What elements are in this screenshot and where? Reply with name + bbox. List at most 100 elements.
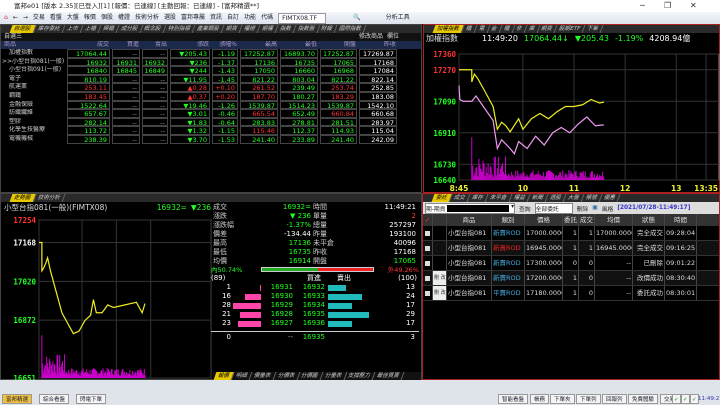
check-icon[interactable]: ✓ xyxy=(681,394,690,404)
analysis-tools-menu[interactable]: 分析工具 xyxy=(386,12,410,24)
tab-1[interactable]: 庫存委託 xyxy=(33,25,65,33)
tab-0[interactable]: 走勢圖 xyxy=(9,194,36,202)
status-button-4[interactable]: 回報列 xyxy=(602,394,627,404)
column-header[interactable]: 昨收 xyxy=(358,41,398,49)
status-button-5[interactable]: 免費體驗 xyxy=(628,394,659,404)
column-header[interactable]: 狀態 xyxy=(633,214,665,225)
menu-11[interactable]: 功能 xyxy=(244,12,256,24)
search-icon[interactable]: 🔍 xyxy=(353,12,360,24)
query-button[interactable]: 查詢 xyxy=(519,204,531,213)
row-checkbox[interactable] xyxy=(423,256,433,270)
close-button[interactable]: ✕ xyxy=(690,0,697,12)
forward-icon[interactable]: → xyxy=(23,12,28,24)
column-header[interactable]: 漲幅% xyxy=(211,41,239,49)
fields-button[interactable]: 欄位 xyxy=(387,33,399,41)
menu-3[interactable]: 報價 xyxy=(84,12,96,24)
tab-8[interactable]: 股期ETF xyxy=(554,25,586,33)
order-row[interactable]: 刪 改小型台指081 新賣ROD 17200.0000 1 0 -- 改價成功 08:30:4… xyxy=(423,271,719,286)
tab-0[interactable]: 自選股 xyxy=(9,25,36,33)
minimize-button[interactable]: ─ xyxy=(640,0,645,12)
column-header[interactable]: 最高 xyxy=(239,41,279,49)
column-header[interactable]: 商品 xyxy=(447,214,492,225)
order-row[interactable]: 刪 改小型台指081 平賣ROD 17180.0000 1 0 -- 委託成功 08:30:0… xyxy=(423,286,719,301)
checkbox[interactable] xyxy=(425,275,430,281)
status-tab-0[interactable]: 富邦精選 xyxy=(2,394,33,404)
filter-select[interactable]: 全部委託 xyxy=(534,202,573,214)
tab-1[interactable]: 技術分析 xyxy=(33,194,65,202)
column-header[interactable]: 漲跌 xyxy=(169,41,211,49)
menu-10[interactable]: 自訂 xyxy=(227,12,239,24)
row-checkbox[interactable] xyxy=(423,226,433,240)
table-row[interactable]: 電子 810.19 -- -- ▼11.95 -1.45 821.22 803.04 821.2… xyxy=(1,74,421,84)
tab-3[interactable]: 分價表 xyxy=(273,372,300,380)
row-checkbox[interactable] xyxy=(423,286,433,300)
table-row[interactable]: 鋼鐵 183.45 -- -- ▲0.37 +0.20 187.70 180.27 183.29… xyxy=(1,91,421,101)
column-header[interactable]: 成交 xyxy=(66,41,111,49)
column-header[interactable]: 類別 xyxy=(492,214,525,225)
column-header[interactable] xyxy=(433,214,447,225)
column-header[interactable]: ✓ xyxy=(423,214,433,225)
row-checkbox[interactable] xyxy=(423,241,433,255)
group-selector[interactable]: 自選三 xyxy=(4,33,359,41)
tab-4[interactable]: 分價圖 xyxy=(296,372,324,380)
column-header[interactable]: 買進 xyxy=(111,41,141,49)
table-row[interactable]: 化學生技醫療 113.72 -- -- ▼1.32 -1.15 115.46 112.37 11… xyxy=(1,126,421,135)
table-row[interactable]: 電機機械 238.39 -- -- ▼3.70 -1.53 241.40 233.89 241.… xyxy=(1,134,421,144)
table-row[interactable]: 金融保險 1522.64 -- -- ▼19.46 -1.26 1539.87 1514.23… xyxy=(1,100,421,110)
checkbox[interactable] xyxy=(425,245,430,251)
status-button-2[interactable]: 下單夾 xyxy=(550,394,575,404)
column-header[interactable]: 價格 xyxy=(525,214,563,225)
tab-8[interactable]: 產業類股 xyxy=(192,25,225,33)
order-row[interactable]: 小型台指081 新賣ROD 17300.0000 0 0 -- 已刪除 09:01:22 xyxy=(423,256,719,271)
checkbox[interactable] xyxy=(425,290,430,296)
tab-7[interactable]: 最佳買賣 xyxy=(372,372,405,380)
style-icon[interactable]: ▣ xyxy=(592,205,597,211)
checkbox[interactable] xyxy=(425,230,430,236)
status-tab-1[interactable]: 綜合看盤 xyxy=(39,394,70,404)
tab-5[interactable]: 成分股 xyxy=(116,25,143,33)
account-select[interactable]: 期-期貨 ▾ xyxy=(425,202,515,214)
menu-4[interactable]: 個股 xyxy=(101,12,113,24)
menu-9[interactable]: 資訊 xyxy=(210,12,222,24)
menu-6[interactable]: 技術分析 xyxy=(135,12,159,24)
column-header[interactable]: 商品 xyxy=(1,41,66,49)
column-header[interactable]: 均價 xyxy=(595,214,633,225)
check-icon[interactable]: ✓ xyxy=(672,394,681,404)
table-row[interactable]: 塑膠 282.14 -- -- ▼1.83 -0.64 283.83 278.81 281.51… xyxy=(1,117,421,127)
delete-modify-buttons[interactable]: 刪 改 xyxy=(433,286,447,300)
tab-9[interactable]: 優惠 xyxy=(599,194,621,202)
home-icon[interactable]: ⌂ xyxy=(4,12,8,24)
column-header[interactable]: 賣出 xyxy=(141,41,169,49)
delete-modify-buttons[interactable]: 刪 改 xyxy=(433,271,447,285)
menu-1[interactable]: 看盤 xyxy=(50,12,62,24)
column-header[interactable]: 最低 xyxy=(279,41,319,49)
status-tab-2[interactable]: 閃電下單 xyxy=(76,394,107,404)
order-row[interactable]: 小型台指081 新賣ROD 17000.0000 1 1 17000.0000 完全成交 09… xyxy=(423,226,719,241)
order-row[interactable]: 小型台指081 新買ROD 16945.0000 1 1 16945.0000 完全成交 09… xyxy=(423,241,719,256)
edit-symbols-button[interactable]: 修改商品 xyxy=(359,33,383,41)
column-header[interactable]: 時間 xyxy=(665,214,697,225)
status-button-0[interactable]: 智能看盤 xyxy=(498,394,529,404)
menu-0[interactable]: 交易 xyxy=(33,12,45,24)
column-header[interactable]: 成交 xyxy=(579,214,595,225)
menu-8[interactable]: 富邦專屬 xyxy=(181,12,205,24)
tab-6[interactable]: 概念股 xyxy=(139,25,167,33)
column-header[interactable]: 委託 xyxy=(563,214,579,225)
tab-3[interactable]: 未平倉 xyxy=(485,194,513,202)
column-header[interactable]: 開盤 xyxy=(319,41,358,49)
back-icon[interactable]: ← xyxy=(13,12,18,24)
style-button[interactable]: 風格 xyxy=(602,204,614,213)
tab-6[interactable]: 支撐壓力 xyxy=(343,372,376,380)
status-button-3[interactable]: 下單列 xyxy=(576,394,601,404)
menu-5[interactable]: 權證 xyxy=(118,12,130,24)
tab-2[interactable]: 價量表 xyxy=(249,372,277,380)
tab-15[interactable]: 國際指數 xyxy=(334,25,367,33)
code-input[interactable]: FIMTX08.TF xyxy=(278,12,327,24)
maximize-button[interactable]: ❐ xyxy=(664,0,671,12)
menu-7[interactable]: 選股 xyxy=(164,12,176,24)
delete-button[interactable]: 刪除 xyxy=(577,204,589,213)
checkbox[interactable] xyxy=(425,260,430,266)
table-row[interactable]: 航運業 253.11 -- -- ▲0.28 +0.10 261.52 239.49 253.7… xyxy=(1,83,421,92)
tab-9[interactable]: 下單 xyxy=(582,25,604,33)
menu-2[interactable]: 大盤 xyxy=(67,12,79,24)
